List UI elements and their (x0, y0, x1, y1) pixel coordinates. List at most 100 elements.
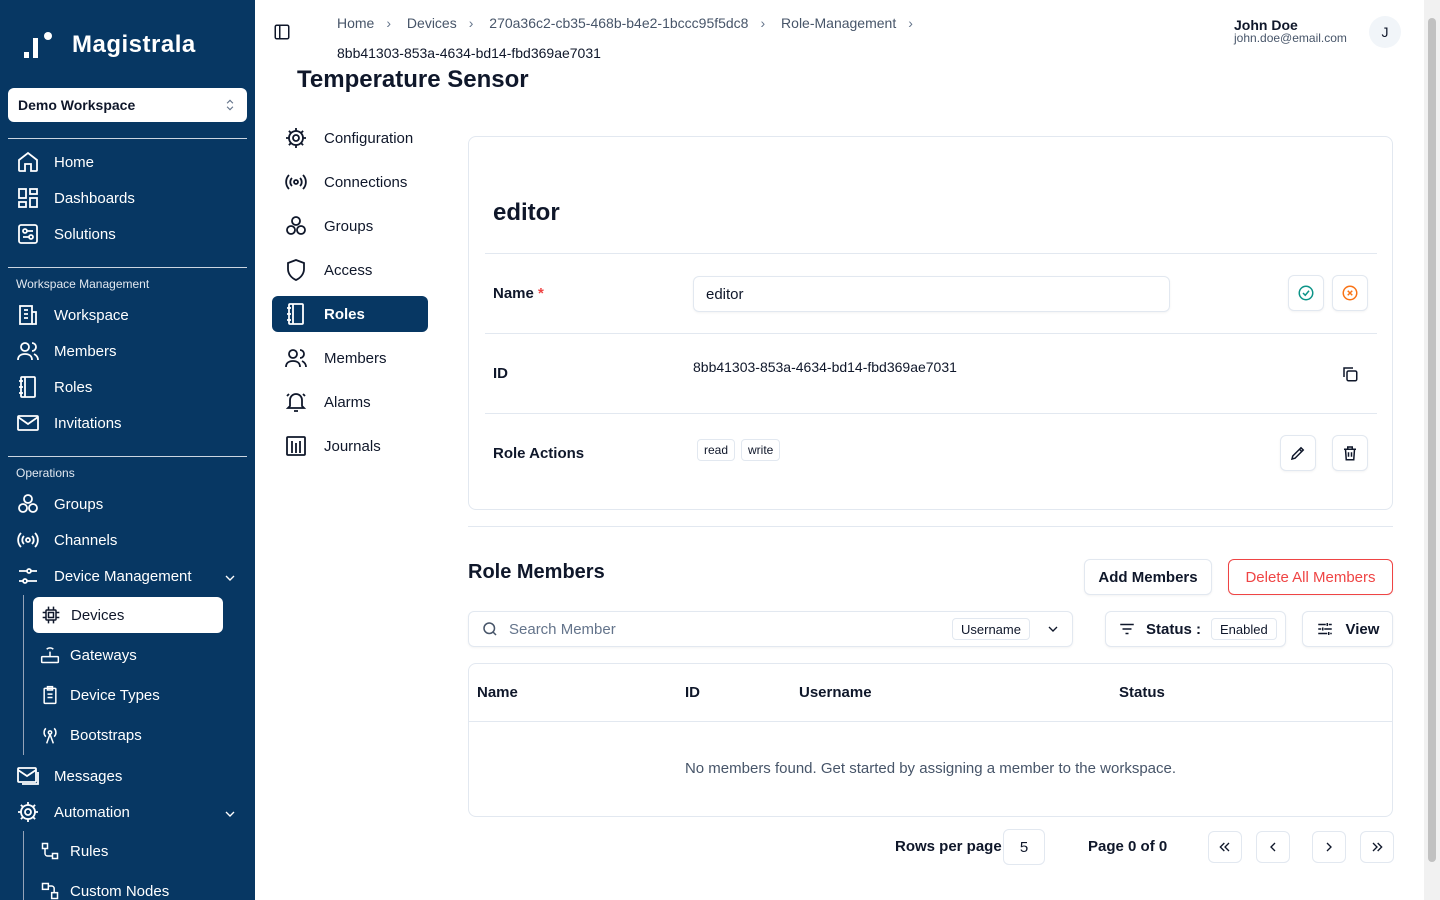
search-field-select[interactable]: Username (952, 618, 1030, 640)
sidebar-item-rules[interactable]: Rules (40, 836, 108, 866)
table-header-divider (469, 721, 1392, 722)
breadcrumb-separator: › (908, 15, 913, 31)
chevron-down-icon[interactable] (1045, 621, 1061, 637)
pencil-icon (1290, 446, 1305, 461)
scrollbar-thumb[interactable] (1428, 18, 1436, 862)
journal-icon (286, 436, 306, 456)
chevron-left-icon (1270, 842, 1276, 852)
sidebar-item-label: Members (54, 342, 117, 360)
subnav-groups[interactable]: Groups (272, 208, 428, 244)
breadcrumb: Home › Devices › 270a36c2-cb35-468b-b4e2-1… (337, 8, 1197, 68)
sidebar-item-label: Gateways (70, 646, 137, 664)
workspace-select[interactable]: Demo Workspace (8, 88, 247, 122)
sidebar-item-devices[interactable]: Devices (33, 597, 223, 633)
subnav-label: Alarms (324, 393, 371, 411)
sliders-icon (19, 568, 37, 584)
groups-icon (286, 216, 306, 235)
column-header-status[interactable]: Status (1119, 684, 1165, 701)
edit-actions-button[interactable] (1280, 435, 1316, 471)
logo[interactable]: Magistrala (24, 30, 196, 60)
copy-icon[interactable] (1341, 365, 1359, 383)
subnav-roles[interactable]: Roles (272, 296, 428, 332)
sidebar-item-invitations[interactable]: Invitations (16, 408, 122, 438)
sidebar-item-solutions[interactable]: Solutions (16, 219, 116, 249)
chip-icon (42, 606, 60, 624)
roles-icon (19, 376, 36, 398)
breadcrumb-device-id[interactable]: 270a36c2-cb35-468b-b4e2-1bccc95f5dc8 (489, 15, 748, 31)
breadcrumb-separator: › (386, 15, 392, 31)
sidebar-item-members[interactable]: Members (16, 336, 117, 366)
sidebar-item-workspace[interactable]: Workspace (16, 300, 129, 330)
search-icon (483, 622, 497, 636)
delete-role-button[interactable] (1332, 435, 1368, 471)
sidebar-divider (8, 138, 247, 139)
page-scrollbar[interactable] (1424, 0, 1440, 900)
sidebar-item-channels[interactable]: Channels (16, 525, 117, 555)
breadcrumb-role-management[interactable]: Role-Management (781, 15, 896, 31)
subnav-connections[interactable]: Connections (272, 164, 428, 200)
sidebar-item-label: Solutions (54, 225, 116, 243)
delete-all-members-button[interactable]: Delete All Members (1228, 559, 1393, 595)
breadcrumb-home[interactable]: Home (337, 15, 374, 31)
column-header-id[interactable]: ID (685, 684, 700, 701)
subnav-alarms[interactable]: Alarms (272, 384, 428, 420)
view-options-button[interactable]: View (1302, 611, 1393, 647)
status-filter-button[interactable]: Status : Enabled (1105, 611, 1286, 647)
page-indicator: Page 0 of 0 (1088, 838, 1168, 855)
status-filter-value: Enabled (1211, 618, 1277, 640)
subnav-label: Configuration (324, 129, 414, 147)
magistrala-logo-icon (24, 32, 52, 58)
user-info[interactable]: John Doe john.doe@email.com (1234, 17, 1347, 45)
confirm-button[interactable] (1288, 275, 1324, 311)
sidebar-item-home[interactable]: Home (16, 147, 94, 177)
sidebar-item-label: Invitations (54, 414, 122, 432)
role-name-input[interactable]: editor (693, 276, 1170, 312)
chevron-down-icon[interactable] (222, 806, 238, 822)
sidebar-item-roles[interactable]: Roles (16, 372, 92, 402)
subnav-access[interactable]: Access (272, 252, 428, 288)
chevron-down-icon[interactable] (222, 570, 238, 586)
sidebar-item-label: Dashboards (54, 189, 135, 207)
column-header-username[interactable]: Username (799, 684, 872, 701)
subnav-configuration[interactable]: Configuration (272, 120, 428, 156)
role-members-title: Role Members (468, 561, 605, 583)
column-header-name[interactable]: Name (477, 684, 518, 701)
sidebar-item-device-types[interactable]: Device Types (40, 680, 160, 710)
sidebar-item-groups[interactable]: Groups (16, 489, 103, 519)
sidebar-item-label: Device Types (70, 686, 160, 704)
sidebar-item-label: Automation (54, 803, 130, 821)
sidebar-tree-line (23, 595, 24, 755)
users-icon (17, 342, 39, 361)
sidebar-item-dashboards[interactable]: Dashboards (16, 183, 135, 213)
check-circle-icon (1298, 285, 1314, 301)
sidebar-item-custom-nodes[interactable]: Custom Nodes (40, 876, 169, 900)
add-members-button[interactable]: Add Members (1084, 559, 1212, 595)
sidebar-item-bootstraps[interactable]: Bootstraps (40, 720, 142, 750)
chevrons-left-icon (1219, 842, 1230, 852)
sidebar-item-automation[interactable]: Automation (16, 797, 130, 827)
sidebar-item-device-management[interactable]: Device Management (16, 561, 192, 591)
cancel-button[interactable] (1332, 275, 1368, 311)
sidebar-item-gateways[interactable]: Gateways (40, 640, 137, 670)
user-email: john.doe@email.com (1234, 31, 1347, 45)
chevron-up-down-icon (226, 99, 234, 111)
subnav-members[interactable]: Members (272, 340, 428, 376)
role-name-value: editor (706, 285, 744, 303)
gear-icon (286, 128, 306, 148)
last-page-button[interactable] (1360, 831, 1394, 863)
mail-icon (17, 415, 39, 431)
breadcrumb-devices[interactable]: Devices (407, 15, 457, 31)
search-input[interactable]: Search Member (509, 621, 616, 638)
view-label: View (1345, 620, 1380, 638)
first-page-button[interactable] (1208, 831, 1242, 863)
avatar[interactable]: J (1369, 16, 1401, 48)
next-page-button[interactable] (1312, 831, 1346, 863)
sidebar-item-messages[interactable]: Messages (16, 761, 122, 791)
previous-page-button[interactable] (1256, 831, 1290, 863)
home-icon (18, 151, 38, 172)
sidebar-divider (8, 456, 247, 457)
rows-per-page-select[interactable]: 5 (1003, 829, 1045, 865)
sidebar-item-label: Messages (54, 767, 123, 785)
subnav-journals[interactable]: Journals (272, 428, 428, 464)
sidebar-toggle-icon[interactable] (273, 23, 291, 41)
